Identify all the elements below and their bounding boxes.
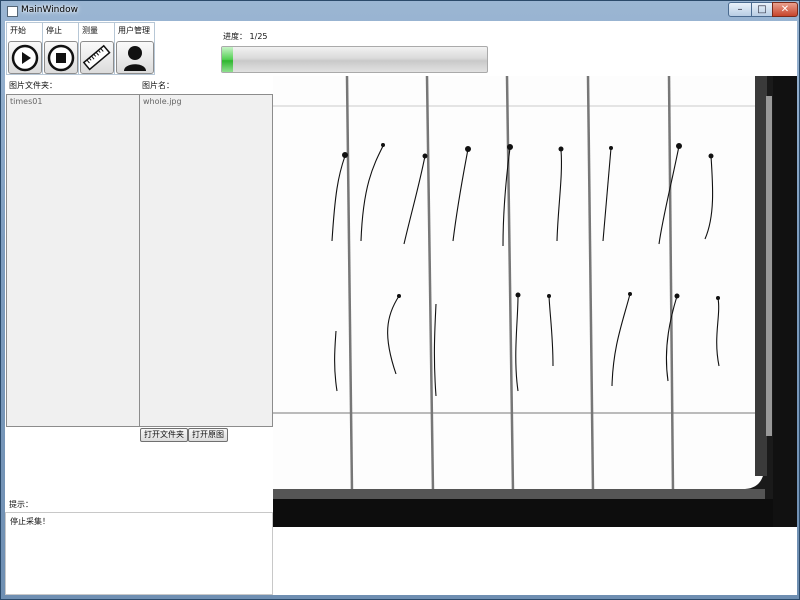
close-button[interactable]: ✕ <box>772 2 798 17</box>
open-folder-button[interactable]: 打开文件夹 <box>140 428 188 442</box>
open-original-button[interactable]: 打开原图 <box>188 428 228 442</box>
maximize-button[interactable]: □ <box>751 2 773 17</box>
image-list-label: 图片名： <box>142 81 174 90</box>
measure-button[interactable] <box>80 41 114 74</box>
progress-value: 1/25 <box>249 32 268 41</box>
stop-label: 停止 <box>46 26 62 35</box>
hint-message-box[interactable]: 停止采集！ <box>5 512 273 595</box>
progress-fill <box>222 47 233 72</box>
main-window: MainWindow – □ ✕ 开始 停止 测量 用户管理 进度： 1/25 … <box>0 0 800 600</box>
ruler-icon <box>82 44 111 70</box>
user-label: 用户管理 <box>118 26 150 35</box>
stop-button[interactable] <box>44 41 78 74</box>
start-label: 开始 <box>10 26 26 35</box>
client-area: 开始 停止 测量 用户管理 进度： 1/25 图片文件夹： 图片名： times… <box>5 21 797 595</box>
progress-caption: 进度： <box>223 32 247 41</box>
folder-item-times01[interactable]: times01 <box>10 97 42 106</box>
measure-label: 测量 <box>82 26 98 35</box>
user-tool: 用户管理 <box>114 22 155 75</box>
maximize-icon: □ <box>757 4 767 15</box>
user-icon <box>124 45 146 71</box>
title-bar[interactable]: MainWindow – □ ✕ <box>1 1 800 21</box>
minimize-button[interactable]: – <box>728 2 752 17</box>
image-viewer[interactable] <box>273 76 797 527</box>
play-icon <box>11 44 39 71</box>
stop-tool: 停止 <box>42 22 79 75</box>
start-tool: 开始 <box>6 22 43 75</box>
folder-list-label: 图片文件夹： <box>9 81 57 90</box>
hint-label: 提示： <box>9 500 33 509</box>
user-button[interactable] <box>116 41 154 74</box>
measure-tool: 测量 <box>78 22 115 75</box>
progress-bar <box>221 46 488 73</box>
stop-icon <box>47 44 75 71</box>
image-list[interactable]: whole.jpg <box>139 94 273 427</box>
close-icon: ✕ <box>780 4 790 15</box>
minimize-icon: – <box>737 4 743 15</box>
folder-list[interactable]: times01 <box>6 94 140 427</box>
app-icon <box>7 6 18 17</box>
start-button[interactable] <box>8 41 42 74</box>
window-title: MainWindow <box>21 5 78 15</box>
image-item-whole[interactable]: whole.jpg <box>143 97 182 106</box>
progress-label: 进度： 1/25 <box>223 31 268 42</box>
hint-message: 停止采集！ <box>10 517 50 526</box>
seedling-scan-image <box>273 76 797 527</box>
